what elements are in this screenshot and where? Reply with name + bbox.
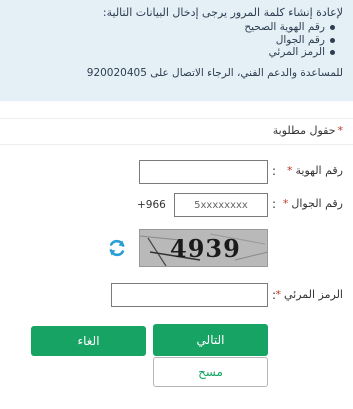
- captcha-label-text: الرمز المرئي: [283, 288, 343, 301]
- support-text: للمساعدة والدعم الفني، الرجاء الاتصال عل…: [86, 66, 343, 79]
- clear-button[interactable]: مسح: [153, 357, 268, 387]
- colon: :: [271, 197, 276, 211]
- info-item-captcha: الرمز المرئي: [8, 46, 343, 59]
- captcha-input[interactable]: [111, 283, 268, 307]
- mobile-prefix: +966: [137, 199, 166, 211]
- required-note-label: حقول مطلوبة: [272, 124, 336, 137]
- captcha-text: 4939: [170, 234, 241, 263]
- colon: :: [271, 164, 276, 178]
- divider: [0, 144, 353, 145]
- info-list: رقم الهوية الصحيح رقم الجوال الرمز المرئ…: [8, 21, 343, 59]
- next-button[interactable]: التالي: [153, 324, 268, 356]
- refresh-captcha-button[interactable]: [106, 237, 128, 259]
- captcha-label: الرمز المرئي*: [275, 288, 343, 301]
- divider: [0, 118, 353, 119]
- required-star: *: [282, 197, 289, 210]
- mobile-input[interactable]: [174, 193, 268, 217]
- colon: :: [271, 288, 276, 302]
- required-fields-note: *حقول مطلوبة: [273, 124, 343, 137]
- info-box: لإعادة إنشاء كلمة المرور يرجى إدخال البي…: [0, 0, 353, 101]
- cancel-button[interactable]: الغاء: [31, 326, 146, 356]
- id-label: رقم الهوية*: [287, 164, 343, 177]
- required-star: *: [337, 124, 344, 137]
- mobile-label-text: رقم الجوال: [291, 197, 343, 210]
- info-item-mobile: رقم الجوال: [8, 34, 343, 47]
- id-label-text: رقم الهوية: [295, 164, 343, 177]
- required-star: *: [286, 164, 293, 177]
- id-number-input[interactable]: [139, 160, 268, 184]
- info-intro: لإعادة إنشاء كلمة المرور يرجى إدخال البي…: [102, 6, 343, 19]
- required-star: *: [275, 288, 281, 301]
- mobile-label: رقم الجوال*: [283, 197, 343, 210]
- refresh-icon: [109, 239, 125, 257]
- info-item-id: رقم الهوية الصحيح: [8, 21, 343, 34]
- captcha-image: 4939: [139, 229, 268, 267]
